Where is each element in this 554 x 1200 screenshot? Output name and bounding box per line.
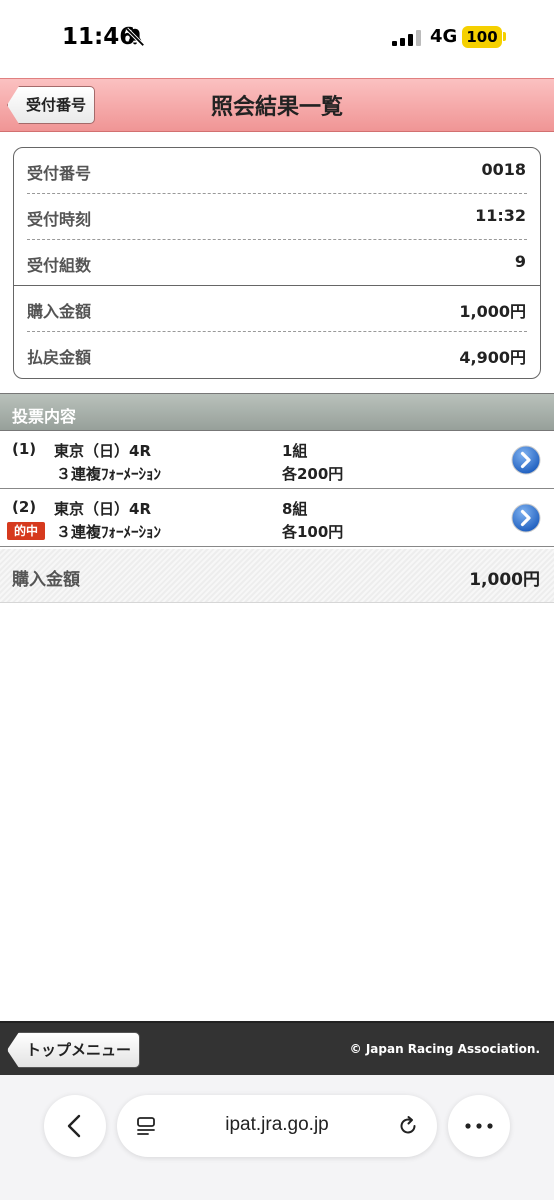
entry-number: (2) — [12, 498, 37, 516]
entry-bet-type: ３連複ﾌｫｰﾒｰｼｮﾝ — [56, 523, 162, 541]
hit-badge: 的中 — [7, 522, 45, 540]
entry-number: (1) — [12, 440, 37, 458]
receipt-info-card: 受付番号 0018 受付時刻 11:32 受付組数 9 購入金額 1,000円 … — [13, 147, 541, 379]
url-text[interactable]: ipat.jra.go.jp — [117, 1114, 437, 1136]
back-nav-button[interactable] — [44, 1095, 106, 1157]
status-bar: 11:46 4G 100 — [0, 0, 554, 78]
page-title: 照会結果一覧 — [210, 95, 343, 120]
page-header: 受付番号 照会結果一覧 — [0, 78, 554, 132]
more-button[interactable] — [448, 1095, 510, 1157]
total-value: 1,000円 — [469, 570, 540, 590]
info-value: 11:32 — [475, 206, 526, 225]
info-label: 払戻金額 — [27, 348, 92, 367]
info-row-payout-amount: 払戻金額 4,900円 — [14, 332, 540, 378]
bell-muted-icon — [125, 27, 145, 47]
bet-entry[interactable]: (2) 東京（日）4R 的中 ３連複ﾌｫｰﾒｰｼｮﾝ 8組 各100円 — [0, 490, 554, 547]
total-label: 購入金額 — [12, 570, 80, 590]
info-row-purchase-amount: 購入金額 1,000円 — [14, 286, 540, 332]
total-row: 購入金額 1,000円 — [0, 549, 554, 603]
entry-venue: 東京（日）4R — [54, 500, 151, 518]
footer-bar: トップメニュー © Japan Racing Association. — [0, 1021, 554, 1075]
section-title: 投票内容 — [12, 407, 77, 426]
chevron-right-circle-icon[interactable] — [511, 445, 541, 475]
info-value: 0018 — [481, 160, 526, 179]
info-row-group-count: 受付組数 9 — [14, 240, 540, 286]
info-value: 4,900円 — [459, 348, 526, 367]
info-value: 9 — [514, 252, 526, 271]
battery-icon: 100 — [462, 26, 502, 48]
chevron-left-icon — [67, 1114, 81, 1138]
address-bar[interactable]: ipat.jra.go.jp — [117, 1095, 437, 1157]
bet-entry[interactable]: (1) 東京（日）4R ３連複ﾌｫｰﾒｰｼｮﾝ 1組 各200円 — [0, 432, 554, 489]
entry-unit-amount: 各200円 — [282, 465, 344, 483]
copyright-text: © Japan Racing Association. — [349, 1042, 540, 1056]
info-label: 受付組数 — [27, 256, 92, 275]
signal-icon — [392, 30, 421, 46]
more-dots-icon — [465, 1123, 493, 1129]
entry-groups: 1組 — [282, 442, 308, 460]
info-value: 1,000円 — [459, 302, 526, 321]
browser-toolbar: ipat.jra.go.jp — [0, 1075, 554, 1200]
info-row-receipt-time: 受付時刻 11:32 — [14, 194, 540, 240]
network-type: 4G — [430, 26, 458, 47]
info-row-receipt-number: 受付番号 0018 — [14, 148, 540, 194]
entry-groups: 8組 — [282, 500, 308, 518]
info-label: 購入金額 — [27, 302, 92, 321]
info-label: 受付番号 — [27, 164, 92, 183]
reload-icon[interactable] — [397, 1115, 419, 1137]
section-header: 投票内容 — [0, 393, 554, 431]
battery-tip — [503, 32, 506, 41]
entry-venue: 東京（日）4R — [54, 442, 151, 460]
info-label: 受付時刻 — [27, 210, 92, 229]
top-menu-button[interactable]: トップメニュー — [7, 1032, 141, 1068]
chevron-right-circle-icon[interactable] — [511, 503, 541, 533]
entry-unit-amount: 各100円 — [282, 523, 344, 541]
entry-bet-type: ３連複ﾌｫｰﾒｰｼｮﾝ — [56, 465, 162, 483]
